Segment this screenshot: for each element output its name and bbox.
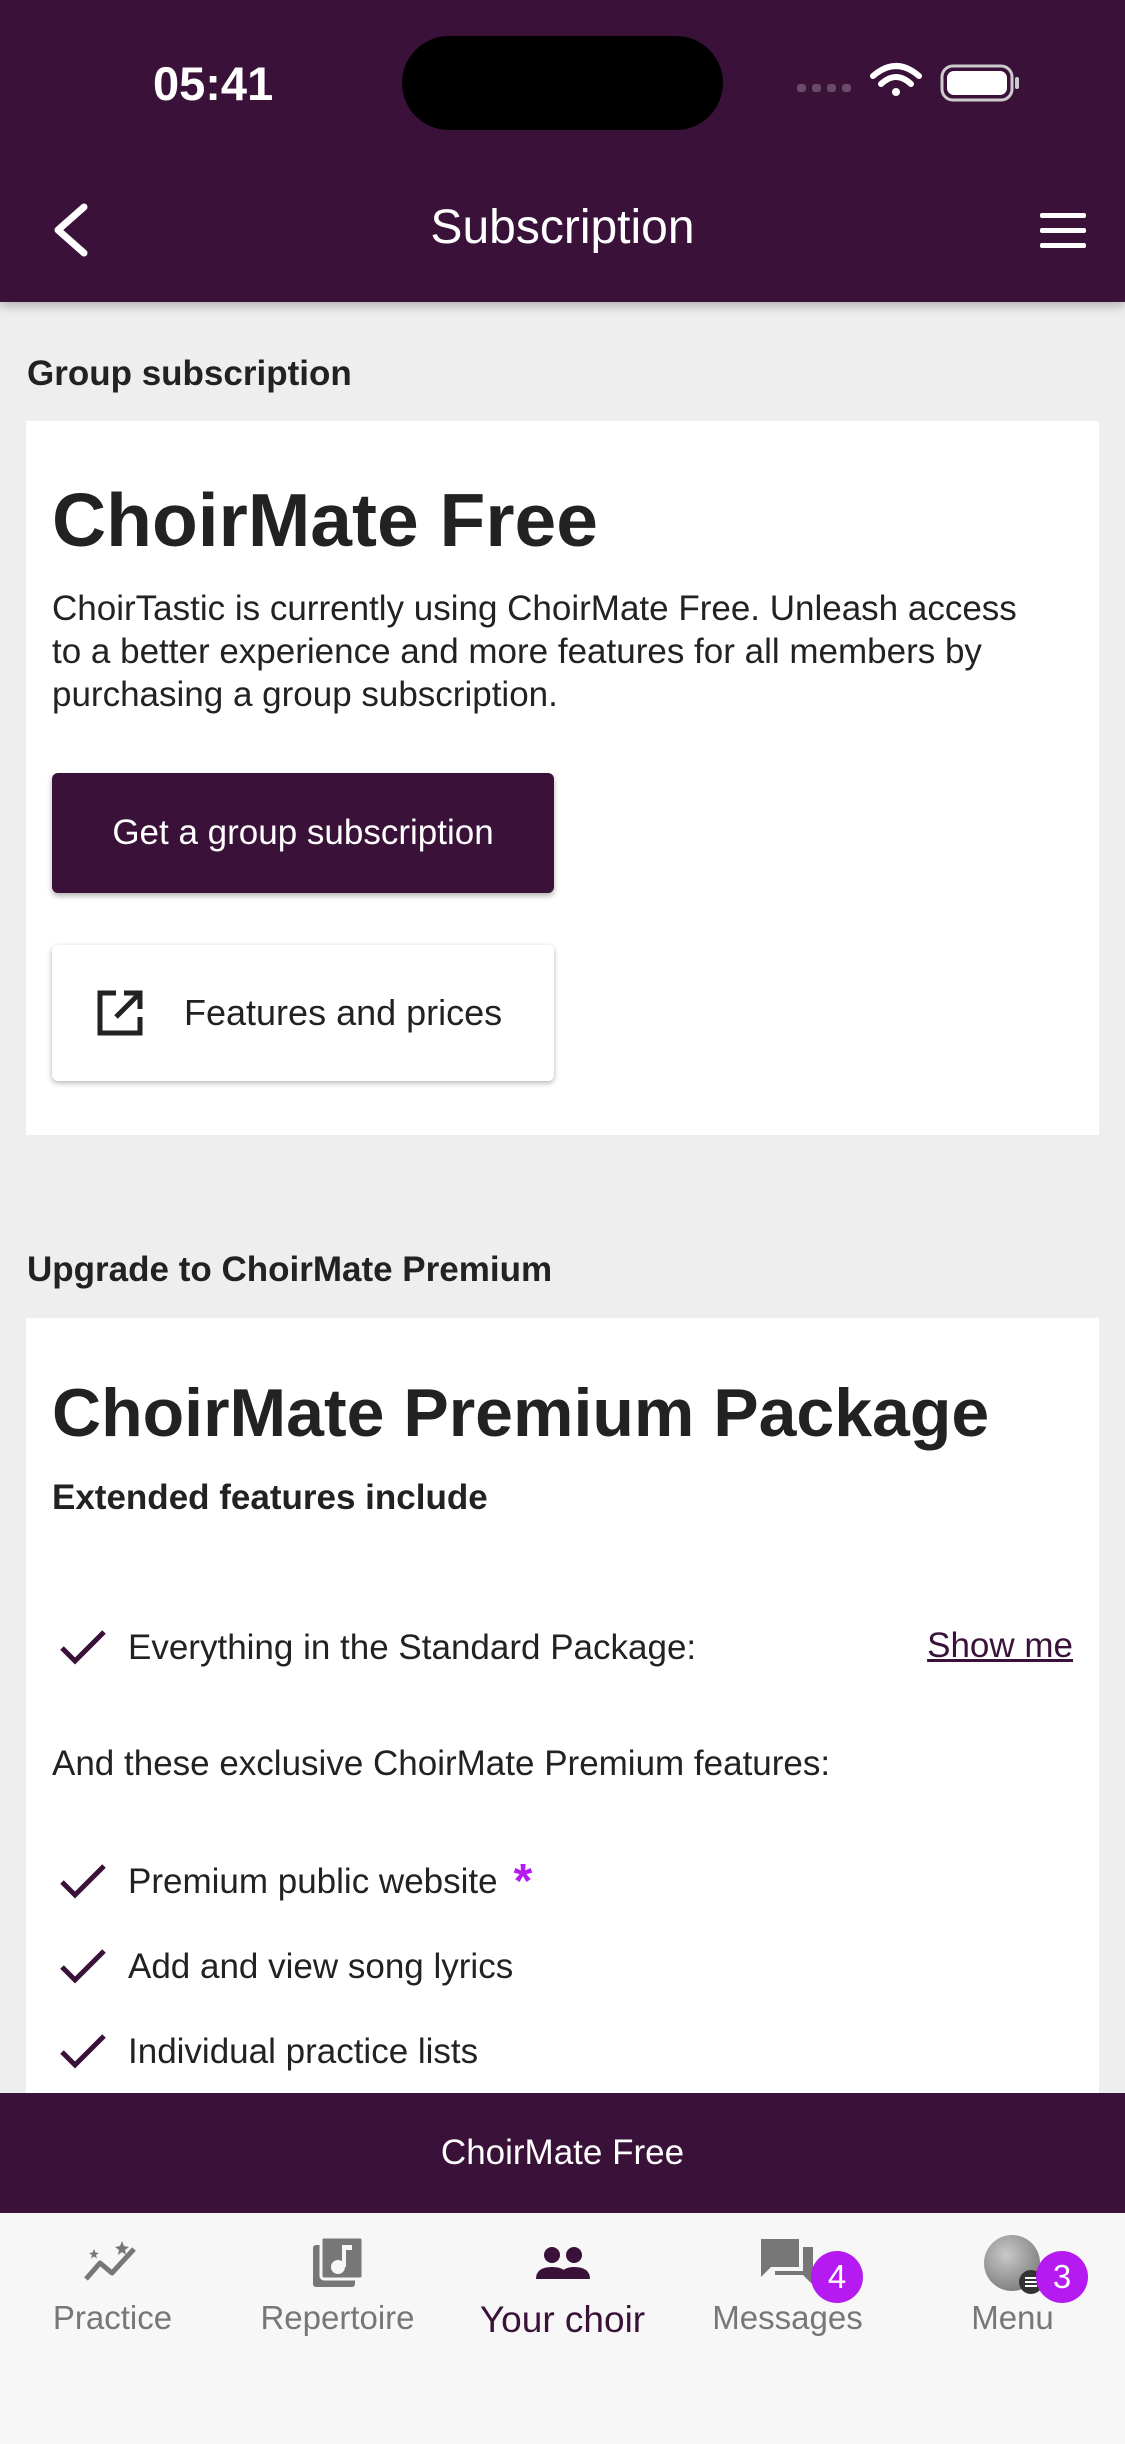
free-plan-description: ChoirTastic is currently using ChoirMate… xyxy=(52,589,1017,714)
feature-item: Add and view song lyrics xyxy=(52,1939,513,1995)
tab-your-choir[interactable]: Your choir xyxy=(450,2231,675,2341)
feature-text: Premium public website xyxy=(128,1862,498,1901)
features-and-prices-button[interactable]: Features and prices xyxy=(52,945,554,1081)
feature-item: Premium public website * xyxy=(52,1854,532,1910)
wifi-icon xyxy=(870,63,922,96)
page-title: Subscription xyxy=(430,201,695,254)
tab-label: Repertoire xyxy=(260,2299,415,2336)
premium-package-title: ChoirMate Premium Package xyxy=(52,1375,990,1451)
premium-package-subtitle: Extended features include xyxy=(52,1478,488,1517)
status-icons xyxy=(797,63,1019,102)
feature-text: Individual practice lists xyxy=(128,2032,479,2071)
camera-notch xyxy=(402,36,723,130)
checkmark-icon xyxy=(60,1630,106,1665)
free-plan-card: ChoirMate Free ChoirTastic is currently … xyxy=(26,421,1099,1135)
bottom-tab-bar: Practice Repertoire Your choir Messages … xyxy=(0,2213,1125,2444)
tab-menu[interactable]: Menu 3 xyxy=(900,2231,1125,2337)
checkmark-icon xyxy=(60,1864,106,1899)
app-header: 05:41 Subscription xyxy=(0,0,1125,302)
external-link-icon xyxy=(97,990,143,1036)
feature-text: Add and view song lyrics xyxy=(128,1947,514,1986)
tab-practice[interactable]: Practice xyxy=(0,2231,225,2337)
checkmark-icon xyxy=(60,2034,106,2069)
current-plan-banner[interactable]: ChoirMate Free xyxy=(0,2093,1125,2213)
status-time: 05:41 xyxy=(153,57,274,110)
features-and-prices-label: Features and prices xyxy=(184,992,503,1033)
practice-chart-icon xyxy=(83,2241,136,2281)
get-group-subscription-button[interactable]: Get a group subscription xyxy=(52,773,554,893)
standard-package-item: Everything in the Standard Package: xyxy=(52,1620,696,1676)
premium-asterisk-icon: * xyxy=(513,1855,533,1908)
checkmark-icon xyxy=(60,1949,106,1984)
premium-package-card: ChoirMate Premium Package Extended featu… xyxy=(26,1318,1099,2093)
tab-repertoire[interactable]: Repertoire xyxy=(225,2231,450,2337)
signal-icon xyxy=(797,84,851,92)
avatar-wrapper xyxy=(900,2231,1125,2294)
upgrade-premium-label: Upgrade to ChoirMate Premium xyxy=(27,1250,553,1289)
battery-icon xyxy=(940,64,1019,102)
tab-messages[interactable]: Messages 4 xyxy=(675,2231,900,2337)
feature-item: Individual practice lists xyxy=(52,2024,478,2080)
tab-label: Practice xyxy=(52,2299,173,2336)
group-people-icon xyxy=(535,2247,590,2279)
group-subscription-label: Group subscription xyxy=(27,354,352,393)
tab-label: Menu xyxy=(971,2299,1054,2336)
hamburger-menu-icon[interactable] xyxy=(1030,203,1096,259)
tab-label: Your choir xyxy=(479,2299,646,2340)
messages-badge: 4 xyxy=(811,2251,863,2303)
tab-label: Messages xyxy=(712,2299,863,2336)
exclusive-features-intro: And these exclusive ChoirMate Premium fe… xyxy=(52,1744,831,1783)
music-library-icon xyxy=(312,2235,364,2287)
show-me-link[interactable]: Show me xyxy=(927,1626,1073,1666)
menu-badge: 3 xyxy=(1036,2251,1088,2303)
standard-package-text: Everything in the Standard Package: xyxy=(128,1628,697,1667)
free-plan-title: ChoirMate Free xyxy=(52,478,598,562)
screen: 05:41 Subscription Group subscription Ch… xyxy=(0,0,1125,2444)
